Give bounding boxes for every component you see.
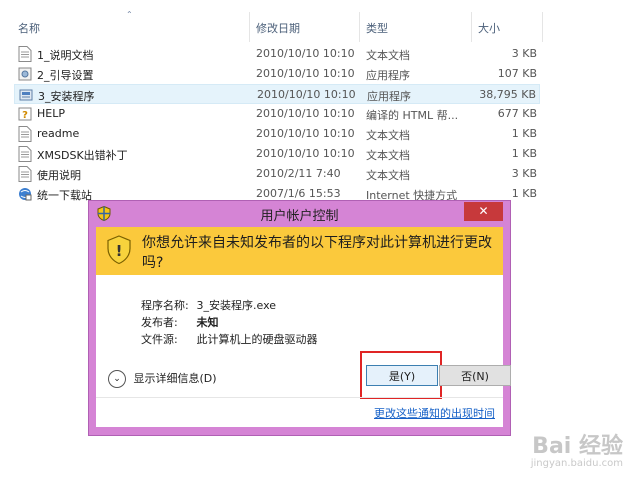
installer-icon (19, 89, 33, 101)
dialog-title: 用户帐户控制 (260, 209, 339, 224)
file-row[interactable]: 使用说明 2010/2/11 7:40 文本文档 3 KB (14, 164, 540, 184)
dialog-body: 程序名称: 3_安装程序.exe 发布者: 未知 文件源: 此计算机上的硬盘驱动… (96, 275, 511, 427)
warning-banner: ! 你想允许来自未知发布者的以下程序对此计算机进行更改吗? (96, 227, 503, 276)
file-name: 使用说明 (37, 169, 81, 182)
publisher-value: 未知 (196, 316, 219, 329)
file-name: 统一下载站 (37, 189, 92, 202)
chevron-down-icon: ⌄ (108, 370, 126, 388)
column-divider[interactable] (471, 12, 472, 42)
publisher-row: 发布者: 未知 (141, 314, 219, 330)
column-divider[interactable] (359, 12, 360, 42)
svg-text:?: ? (22, 110, 28, 121)
text-file-icon (18, 166, 32, 182)
file-date: 2010/2/11 7:40 (256, 167, 341, 180)
uac-dialog: 用户帐户控制 ✕ ! 你想允许来自未知发布者的以下程序对此计算机进行更改吗? 程… (88, 200, 511, 436)
watermark-url: jingyan.baidu.com (530, 458, 623, 469)
file-name: 2_引导设置 (37, 69, 94, 82)
file-row[interactable]: readme 2010/10/10 10:10 文本文档 1 KB (14, 124, 540, 144)
file-row[interactable]: 1_说明文档 2010/10/10 10:10 文本文档 3 KB (14, 44, 540, 64)
file-row[interactable]: ? HELP 2010/10/10 10:10 编译的 HTML 帮... 67… (14, 104, 540, 124)
file-source-row: 文件源: 此计算机上的硬盘驱动器 (141, 331, 318, 347)
column-size[interactable]: 大小 (478, 20, 500, 36)
field-label: 发布者: (141, 316, 178, 329)
details-label: 显示详细信息(D) (133, 372, 217, 385)
watermark: Bai 经验 jingyan.baidu.com (473, 428, 623, 480)
program-name-value: 3_安装程序.exe (196, 299, 277, 312)
file-type: 文本文档 (366, 49, 410, 62)
file-type: 文本文档 (366, 149, 410, 162)
field-label: 文件源: (141, 333, 178, 346)
file-size: 1 KB (511, 147, 537, 160)
file-name: 3_安装程序 (38, 90, 95, 103)
file-name: readme (37, 127, 80, 140)
file-source-value: 此计算机上的硬盘驱动器 (196, 333, 318, 346)
text-file-icon (18, 126, 32, 142)
column-type[interactable]: 类型 (366, 20, 388, 36)
file-date: 2007/1/6 15:53 (256, 187, 341, 200)
svg-text:!: ! (116, 242, 123, 260)
file-row[interactable]: XMSDSK出错补丁 2010/10/10 10:10 文本文档 1 KB (14, 144, 540, 164)
file-size: 677 KB (497, 107, 537, 120)
show-details-toggle[interactable]: ⌄ 显示详细信息(D) (108, 370, 217, 388)
close-button[interactable]: ✕ (464, 202, 503, 221)
file-size: 1 KB (511, 127, 537, 140)
column-date[interactable]: 修改日期 (256, 20, 300, 36)
text-file-icon (18, 46, 32, 62)
file-size: 107 KB (497, 67, 537, 80)
file-size: 3 KB (511, 47, 537, 60)
column-header-bar: ⌃ 名称 修改日期 类型 大小 (0, 0, 637, 42)
file-type: 应用程序 (367, 90, 411, 103)
file-row[interactable]: 2_引导设置 2010/10/10 10:10 应用程序 107 KB (14, 64, 540, 84)
file-name: 1_说明文档 (37, 49, 94, 62)
file-type: 文本文档 (366, 169, 410, 182)
yes-button[interactable]: 是(Y) (366, 365, 438, 386)
warning-shield-icon: ! (107, 235, 131, 265)
file-date: 2010/10/10 10:10 (256, 127, 355, 140)
no-button[interactable]: 否(N) (439, 365, 511, 386)
notification-settings-link[interactable]: 更改这些通知的出现时间 (374, 405, 495, 421)
field-label: 程序名称: (141, 299, 189, 312)
column-name[interactable]: 名称 (18, 20, 40, 36)
file-name: HELP (37, 107, 65, 120)
file-type: 编译的 HTML 帮... (366, 109, 459, 122)
file-date: 2010/10/10 10:10 (256, 107, 355, 120)
file-date: 2010/10/10 10:10 (256, 67, 355, 80)
column-divider[interactable] (542, 12, 543, 42)
file-date: 2010/10/10 10:10 (256, 47, 355, 60)
column-divider[interactable] (249, 12, 250, 42)
file-row-selected[interactable]: 3_安装程序 2010/10/10 10:10 应用程序 38,795 KB (14, 84, 540, 104)
file-date: 2010/10/10 10:10 (256, 147, 355, 160)
divider (96, 397, 503, 398)
help-file-icon: ? (18, 107, 32, 121)
watermark-logo: Bai 经验 (532, 434, 623, 459)
file-date: 2010/10/10 10:10 (257, 88, 356, 101)
file-size: 3 KB (511, 167, 537, 180)
file-name: XMSDSK出错补丁 (37, 149, 128, 162)
app-settings-icon (18, 67, 32, 81)
internet-shortcut-icon (19, 188, 32, 201)
file-type: 应用程序 (366, 69, 410, 82)
file-type: 文本文档 (366, 129, 410, 142)
file-size: 1 KB (511, 187, 537, 200)
sort-up-icon: ⌃ (126, 10, 133, 19)
text-file-icon (18, 146, 32, 162)
program-name-row: 程序名称: 3_安装程序.exe (141, 297, 276, 313)
file-size: 38,795 KB (479, 88, 536, 101)
question-text: 你想允许来自未知发布者的以下程序对此计算机进行更改吗? (142, 235, 492, 271)
